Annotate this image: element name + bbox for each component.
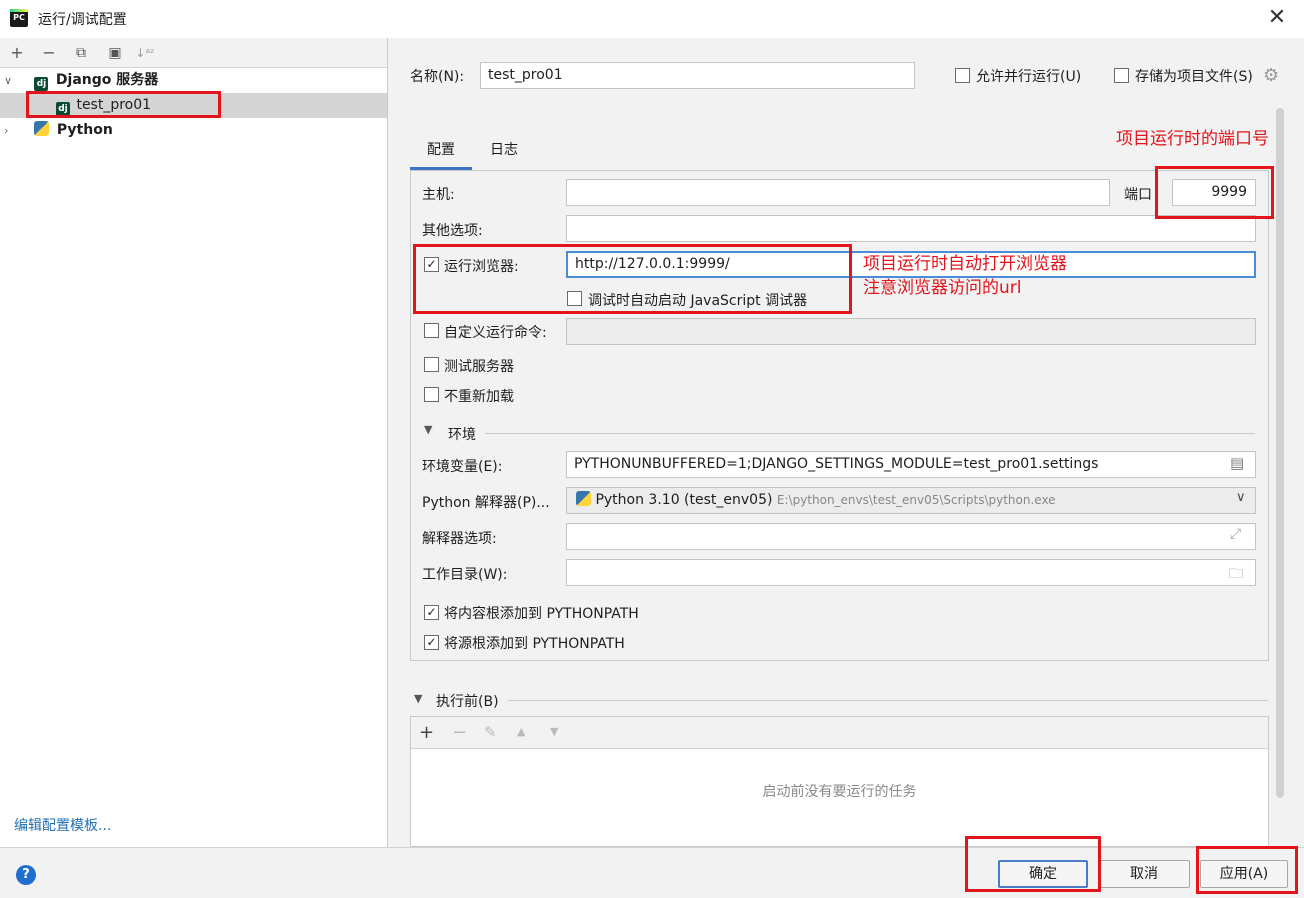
add-icon[interactable]: + bbox=[419, 722, 434, 743]
host-label: 主机: bbox=[422, 187, 455, 203]
edit-templates-link[interactable]: 编辑配置模板... bbox=[14, 815, 111, 835]
window-title: 运行/调试配置 bbox=[38, 12, 127, 28]
source-roots-label: 将源根添加到 PYTHONPATH bbox=[444, 636, 625, 652]
other-options-input[interactable] bbox=[566, 215, 1256, 242]
sort-icon[interactable]: ↓ᵃᶻ bbox=[134, 42, 156, 64]
scrollbar[interactable] bbox=[1276, 108, 1284, 798]
annotation-box-selected-config bbox=[26, 91, 221, 118]
config-tree-panel: + − ⧉ ▣ ↓ᵃᶻ ∨ dj Django 服务器 dj test_pro0… bbox=[0, 38, 388, 847]
interp-options-input[interactable] bbox=[566, 523, 1256, 550]
workdir-input[interactable] bbox=[566, 559, 1256, 586]
interpreter-select[interactable]: Python 3.10 (test_env05) E:\python_envs\… bbox=[566, 487, 1256, 514]
annotation-box-apply bbox=[1196, 846, 1298, 894]
copy-icon[interactable]: ⧉ bbox=[70, 42, 92, 64]
before-launch-panel: + − ✎ ▲ ▼ 启动前没有要运行的任务 bbox=[410, 716, 1269, 847]
annotation-box-ok bbox=[965, 836, 1101, 892]
expand-icon[interactable]: ⤢ bbox=[1230, 526, 1241, 542]
other-options-label: 其他选项: bbox=[422, 223, 483, 239]
annotation-box-port bbox=[1155, 166, 1274, 219]
before-launch-toolbar: + − ✎ ▲ ▼ bbox=[411, 717, 1268, 749]
no-tasks-text: 启动前没有要运行的任务 bbox=[762, 784, 917, 800]
help-icon[interactable]: ? bbox=[16, 865, 36, 885]
remove-icon[interactable]: − bbox=[38, 42, 60, 64]
interpreter-name: Python 3.10 (test_env05) bbox=[595, 492, 773, 508]
no-reload-label: 不重新加载 bbox=[444, 389, 514, 405]
tab-logs[interactable]: 日志 bbox=[476, 140, 532, 170]
python-icon bbox=[34, 121, 50, 136]
gear-icon[interactable]: ⚙ bbox=[1263, 65, 1279, 86]
chevron-down-icon[interactable]: ∨ bbox=[4, 68, 16, 93]
divider bbox=[485, 433, 1255, 434]
python-icon bbox=[576, 491, 591, 506]
add-icon[interactable]: + bbox=[6, 42, 28, 64]
interp-options-label: 解释器选项: bbox=[422, 531, 497, 547]
env-vars-label: 环境变量(E): bbox=[422, 459, 503, 475]
tree-item-label: Python bbox=[56, 122, 113, 138]
before-launch-label: 执行前(B) bbox=[436, 694, 499, 710]
store-as-file-checkbox[interactable] bbox=[1114, 68, 1129, 83]
env-section-label: 环境 bbox=[448, 427, 476, 443]
move-up-icon[interactable]: ▲ bbox=[517, 725, 525, 738]
title-bar: PC 运行/调试配置 ✕ bbox=[0, 0, 1304, 38]
name-input[interactable]: test_pro01 bbox=[480, 62, 915, 89]
content-roots-label: 将内容根添加到 PYTHONPATH bbox=[444, 606, 639, 622]
remove-icon[interactable]: − bbox=[452, 722, 467, 743]
no-reload-checkbox[interactable] bbox=[424, 387, 439, 402]
divider bbox=[508, 700, 1268, 701]
tree-item-python[interactable]: › Python bbox=[0, 118, 387, 143]
tree-item-django-server[interactable]: ∨ dj Django 服务器 bbox=[0, 68, 387, 93]
store-as-file-label: 存储为项目文件(S) bbox=[1135, 69, 1253, 85]
folder-icon[interactable]: 🗀 bbox=[1229, 563, 1243, 587]
custom-cmd-checkbox[interactable] bbox=[424, 323, 439, 338]
workdir-label: 工作目录(W): bbox=[422, 567, 508, 583]
close-icon[interactable]: ✕ bbox=[1262, 4, 1292, 34]
interpreter-path: E:\python_envs\test_env05\Scripts\python… bbox=[776, 493, 1056, 507]
edit-icon[interactable]: ✎ bbox=[484, 723, 497, 741]
pycharm-icon: PC bbox=[10, 9, 28, 27]
annotation-browser-note-2: 注意浏览器访问的url bbox=[863, 278, 1022, 298]
chevron-right-icon[interactable]: › bbox=[4, 118, 16, 143]
content-roots-checkbox[interactable]: ✓ bbox=[424, 605, 439, 620]
port-label: 端口 bbox=[1124, 187, 1152, 203]
host-input[interactable] bbox=[566, 179, 1110, 206]
dialog-button-bar: ? 确定 取消 应用(A) bbox=[0, 847, 1304, 898]
chevron-down-icon[interactable]: ∨ bbox=[1236, 490, 1246, 505]
cancel-button[interactable]: 取消 bbox=[1098, 860, 1190, 888]
custom-cmd-input bbox=[566, 318, 1256, 345]
collapse-before-icon[interactable]: ▼ bbox=[414, 692, 422, 705]
document-icon[interactable]: ▤ bbox=[1230, 454, 1244, 472]
tree-toolbar: + − ⧉ ▣ ↓ᵃᶻ bbox=[0, 38, 387, 68]
move-down-icon[interactable]: ▼ bbox=[550, 725, 558, 738]
custom-cmd-label: 自定义运行命令: bbox=[444, 325, 547, 341]
collapse-env-icon[interactable]: ▼ bbox=[424, 423, 432, 436]
env-vars-input[interactable]: PYTHONUNBUFFERED=1;DJANGO_SETTINGS_MODUL… bbox=[566, 451, 1256, 478]
annotation-box-browser bbox=[413, 244, 852, 314]
annotation-browser-note-1: 项目运行时自动打开浏览器 bbox=[863, 254, 1067, 274]
allow-parallel-label: 允许并行运行(U) bbox=[976, 69, 1082, 85]
source-roots-checkbox[interactable]: ✓ bbox=[424, 635, 439, 650]
tab-config[interactable]: 配置 bbox=[410, 140, 472, 170]
tree-item-label: Django 服务器 bbox=[55, 72, 159, 88]
test-server-checkbox[interactable] bbox=[424, 357, 439, 372]
test-server-label: 测试服务器 bbox=[444, 359, 514, 375]
name-label: 名称(N): bbox=[410, 69, 465, 85]
interpreter-label: Python 解释器(P)... bbox=[422, 495, 550, 511]
annotation-port-note: 项目运行时的端口号 bbox=[1116, 129, 1269, 149]
django-icon: dj bbox=[34, 77, 49, 91]
new-folder-icon[interactable]: ▣ bbox=[104, 42, 126, 64]
allow-parallel-checkbox[interactable] bbox=[955, 68, 970, 83]
